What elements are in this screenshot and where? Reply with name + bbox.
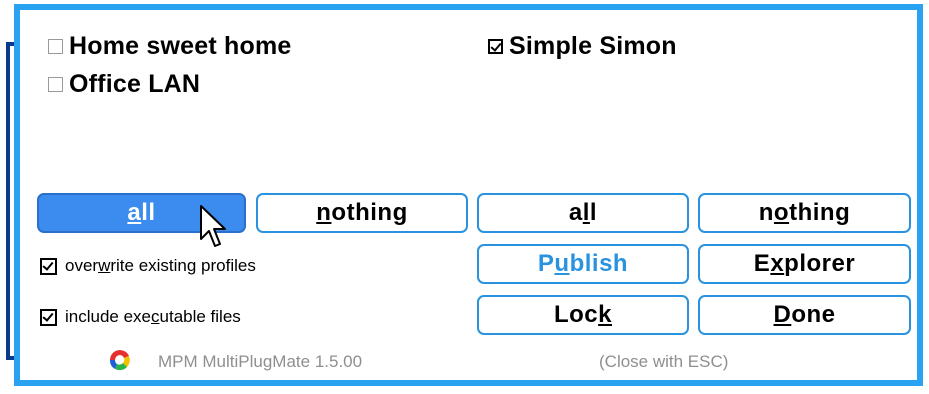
select-all-right-button[interactable]: all — [477, 193, 689, 233]
option-label: overwrite existing profiles — [65, 256, 256, 275]
select-nothing-right-button[interactable]: nothing — [698, 193, 911, 233]
profile-checkbox-checked[interactable] — [488, 39, 503, 54]
button-label: all — [568, 199, 598, 226]
app-version-label: MPM MultiPlugMate 1.5.00 — [158, 352, 363, 371]
frame-bracket-left — [6, 42, 10, 360]
option-checkbox-checked[interactable] — [40, 308, 57, 326]
profile-simple-simon[interactable]: Simple Simon — [488, 32, 677, 61]
profile-label: Office LAN — [69, 70, 201, 98]
mouse-cursor-icon — [200, 205, 226, 247]
publish-button[interactable]: Publish — [477, 244, 689, 284]
close-hint-label: (Close with ESC) — [599, 352, 729, 371]
button-label: all — [127, 199, 156, 226]
button-label: Done — [773, 301, 836, 328]
profile-office-lan[interactable]: Office LAN — [48, 70, 200, 99]
explorer-button[interactable]: Explorer — [698, 244, 911, 284]
done-button[interactable]: Done — [698, 295, 911, 335]
profile-label: Simple Simon — [509, 32, 677, 60]
button-label: nothing — [758, 199, 851, 226]
button-label: Lock — [553, 301, 613, 328]
button-label: nothing — [316, 199, 408, 226]
option-checkbox-checked[interactable] — [40, 257, 57, 275]
option-include-executables[interactable]: include executable files — [40, 307, 241, 327]
select-nothing-left-button[interactable]: nothing — [256, 193, 468, 233]
multiplugmate-logo-icon — [109, 350, 130, 371]
profile-label: Home sweet home — [69, 32, 292, 60]
profile-home-sweet-home[interactable]: Home sweet home — [48, 32, 292, 61]
option-label: include executable files — [65, 307, 241, 326]
lock-button[interactable]: Lock — [477, 295, 689, 335]
button-label: Publish — [537, 250, 629, 277]
button-label: Explorer — [753, 250, 856, 277]
profile-checkbox[interactable] — [48, 77, 63, 92]
option-overwrite-profiles[interactable]: overwrite existing profiles — [40, 256, 256, 276]
profile-checkbox[interactable] — [48, 39, 63, 54]
